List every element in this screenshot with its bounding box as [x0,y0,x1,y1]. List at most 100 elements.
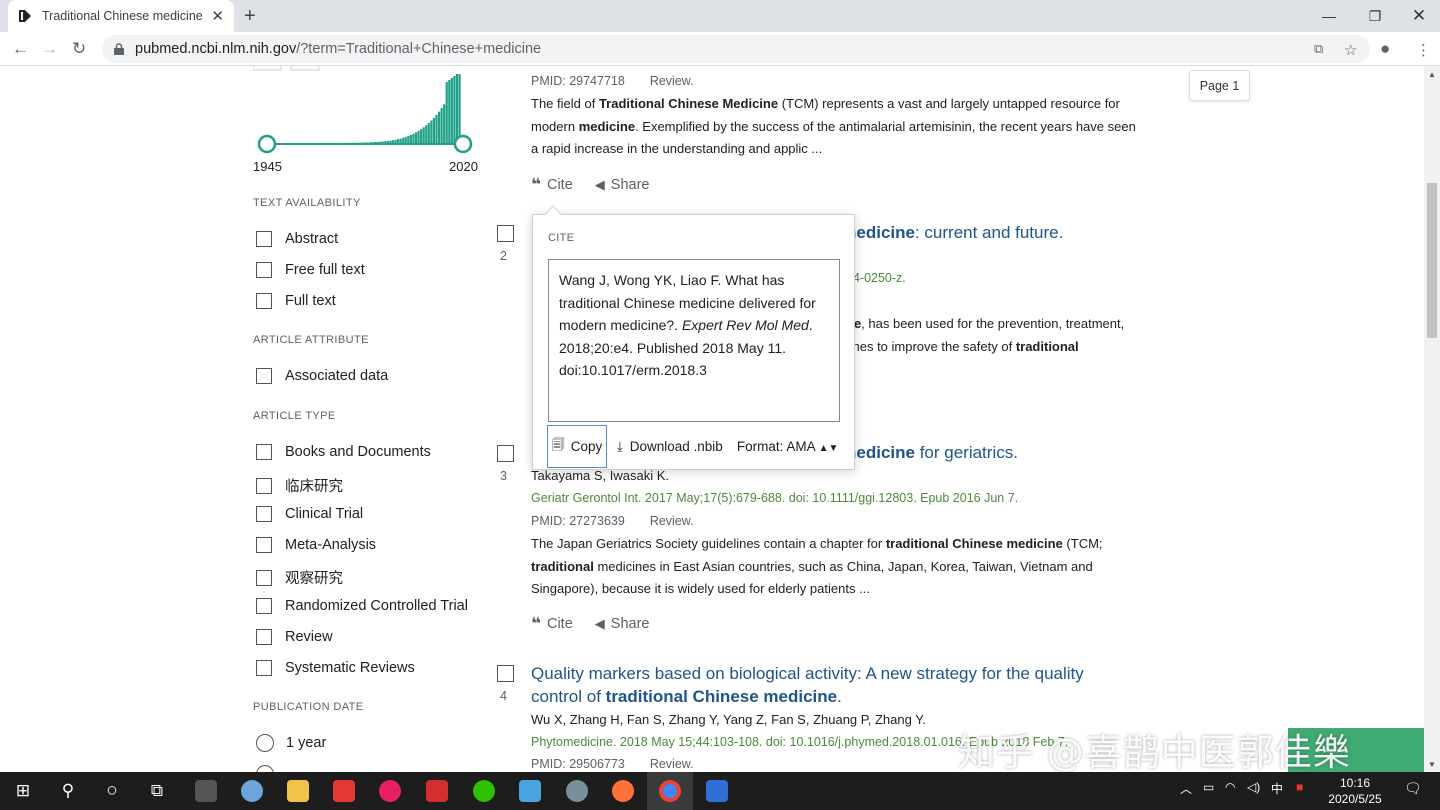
result-1-actions: ❝ Cite ◀ Share [531,175,649,195]
checkbox[interactable] [256,293,272,309]
filter-rct[interactable]: Randomized Controlled Trial [256,598,468,614]
result-2-title[interactable]: nedicine: current and future. [846,222,1146,245]
filter-observational-study-cn[interactable]: 观察研究 [256,567,343,588]
windows-start-icon[interactable]: ⊞ [0,772,46,810]
download-icon: ⤓ [617,438,623,454]
histogram-bar [414,132,418,144]
checkbox[interactable] [256,477,272,494]
histogram-bar [407,136,410,144]
filter-full-text[interactable]: Full text [256,293,336,309]
calculator-icon[interactable] [183,772,229,810]
download-nbib-button[interactable]: ⤓ Download .nbib [617,439,723,455]
share-icon: ◀ [594,616,605,631]
bookmark-star-icon[interactable]: ☆ [1344,41,1357,59]
result-4-checkbox[interactable] [497,665,514,682]
scroll-up-icon[interactable]: ▲ [1428,70,1436,79]
checkbox[interactable] [256,368,272,384]
url-domain: pubmed.ncbi.nlm.nih.gov [135,41,297,57]
app-icon-5[interactable] [507,772,553,810]
file-explorer-icon[interactable] [275,772,321,810]
firefox-icon[interactable] [600,772,646,810]
range-end-handle[interactable] [453,134,473,154]
tab-title: Traditional Chinese medicine - [42,9,206,23]
checkbox[interactable] [256,598,272,614]
cite-button[interactable]: ❝ Cite [531,175,573,195]
taskbar-clock[interactable]: 10:16 2020/5/25 [1323,775,1387,807]
quote-icon: ❝ [531,614,541,633]
filter-clinical-study-cn[interactable]: 临床研究 [256,475,343,496]
radio[interactable] [256,734,274,752]
reload-icon[interactable]: ↻ [72,39,86,59]
filter-free-full-text[interactable]: Free full text [256,262,365,278]
filter-5-years[interactable] [256,765,286,772]
search-icon[interactable]: ⚲ [45,772,91,810]
result-3-number: 3 [500,469,507,483]
new-tab-icon[interactable]: + [244,5,256,28]
task-view-icon[interactable]: ⧉ [134,772,180,810]
url-path: /?term=Traditional+Chinese+medicine [296,41,542,57]
cite-popup-actions: 🗐 Copy ⤓ Download .nbib Format: AMA ▲▼ [547,425,838,468]
app-icon-7[interactable] [694,772,740,810]
tray-expand-icon[interactable]: ︿ [1180,780,1192,797]
result-3-pmid-row: PMID: 27273639 Review. [531,514,694,528]
radio[interactable] [256,765,274,772]
copy-button[interactable]: 🗐 Copy [547,425,607,468]
histogram-bar [404,136,407,144]
filter-abstract[interactable]: Abstract [256,231,338,247]
filter-systematic-reviews[interactable]: Systematic Reviews [256,660,415,676]
scrollbar-thumb[interactable] [1427,183,1437,338]
ime-indicator[interactable]: 中 [1271,780,1283,797]
app-icon-3[interactable] [367,772,413,810]
forward-icon[interactable]: → [41,39,58,59]
menu-icon[interactable]: ⋮ [1416,41,1431,59]
result-3-title[interactable]: nedicine for geriatrics. [846,442,1146,465]
checkbox[interactable] [256,444,272,460]
filter-clinical-trial[interactable]: Clinical Trial [256,506,363,522]
cite-button[interactable]: ❝ Cite [531,614,573,634]
close-window-icon[interactable]: ✕ [1396,0,1440,32]
citation-text[interactable]: Wang J, Wong YK, Liao F. What has tradit… [548,259,840,422]
result-3-checkbox[interactable] [497,445,514,462]
filter-meta-analysis[interactable]: Meta-Analysis [256,537,376,553]
chrome-icon[interactable] [647,772,693,810]
back-icon[interactable]: ← [12,39,29,59]
result-4-title[interactable]: Quality markers based on biological acti… [531,663,1111,708]
format-select[interactable]: Format: AMA ▲▼ [737,439,839,454]
checkbox[interactable] [256,262,272,278]
filter-review[interactable]: Review [256,629,333,645]
result-2-checkbox[interactable] [497,225,514,242]
wechat-icon[interactable] [461,772,507,810]
filter-books-documents[interactable]: Books and Documents [256,444,431,460]
checkbox[interactable] [256,569,272,586]
app-icon-1[interactable] [229,772,275,810]
cortana-icon[interactable]: ○ [89,772,135,810]
checkbox[interactable] [256,660,272,676]
close-tab-icon[interactable]: ✕ [211,7,224,25]
share-button[interactable]: ◀ Share [595,177,650,193]
checkbox[interactable] [256,231,272,247]
result-1-snippet: The field of Traditional Chinese Medicin… [531,96,1136,156]
translate-icon[interactable]: ⧉ [1314,41,1323,57]
url-bar[interactable]: pubmed.ncbi.nlm.nih.gov/?term=Traditiona… [102,35,1370,63]
notifications-icon[interactable]: 🗨 [1404,780,1422,797]
profile-icon[interactable]: ● [1380,39,1390,59]
restore-icon[interactable]: ❐ [1352,0,1398,32]
range-start-handle[interactable] [257,134,277,154]
checkbox[interactable] [256,506,272,522]
app-tray-icon[interactable]: ■ [1296,780,1303,794]
share-button[interactable]: ◀ Share [595,616,650,632]
filter-associated-data[interactable]: Associated data [256,368,388,384]
scroll-down-icon[interactable]: ▼ [1428,760,1436,769]
app-icon-2[interactable] [321,772,367,810]
volume-icon[interactable]: ◁) [1247,780,1260,794]
wifi-icon[interactable]: ◠ [1225,780,1235,794]
checkbox[interactable] [256,629,272,645]
histogram-bar [432,117,436,144]
app-icon-4[interactable] [414,772,460,810]
checkbox[interactable] [256,537,272,553]
browser-tab[interactable]: Traditional Chinese medicine - ✕ [8,0,234,32]
minimize-icon[interactable]: — [1306,0,1352,32]
filter-1-year[interactable]: 1 year [256,734,326,752]
app-icon-6[interactable] [554,772,600,810]
page-scrollbar[interactable] [1424,66,1440,772]
